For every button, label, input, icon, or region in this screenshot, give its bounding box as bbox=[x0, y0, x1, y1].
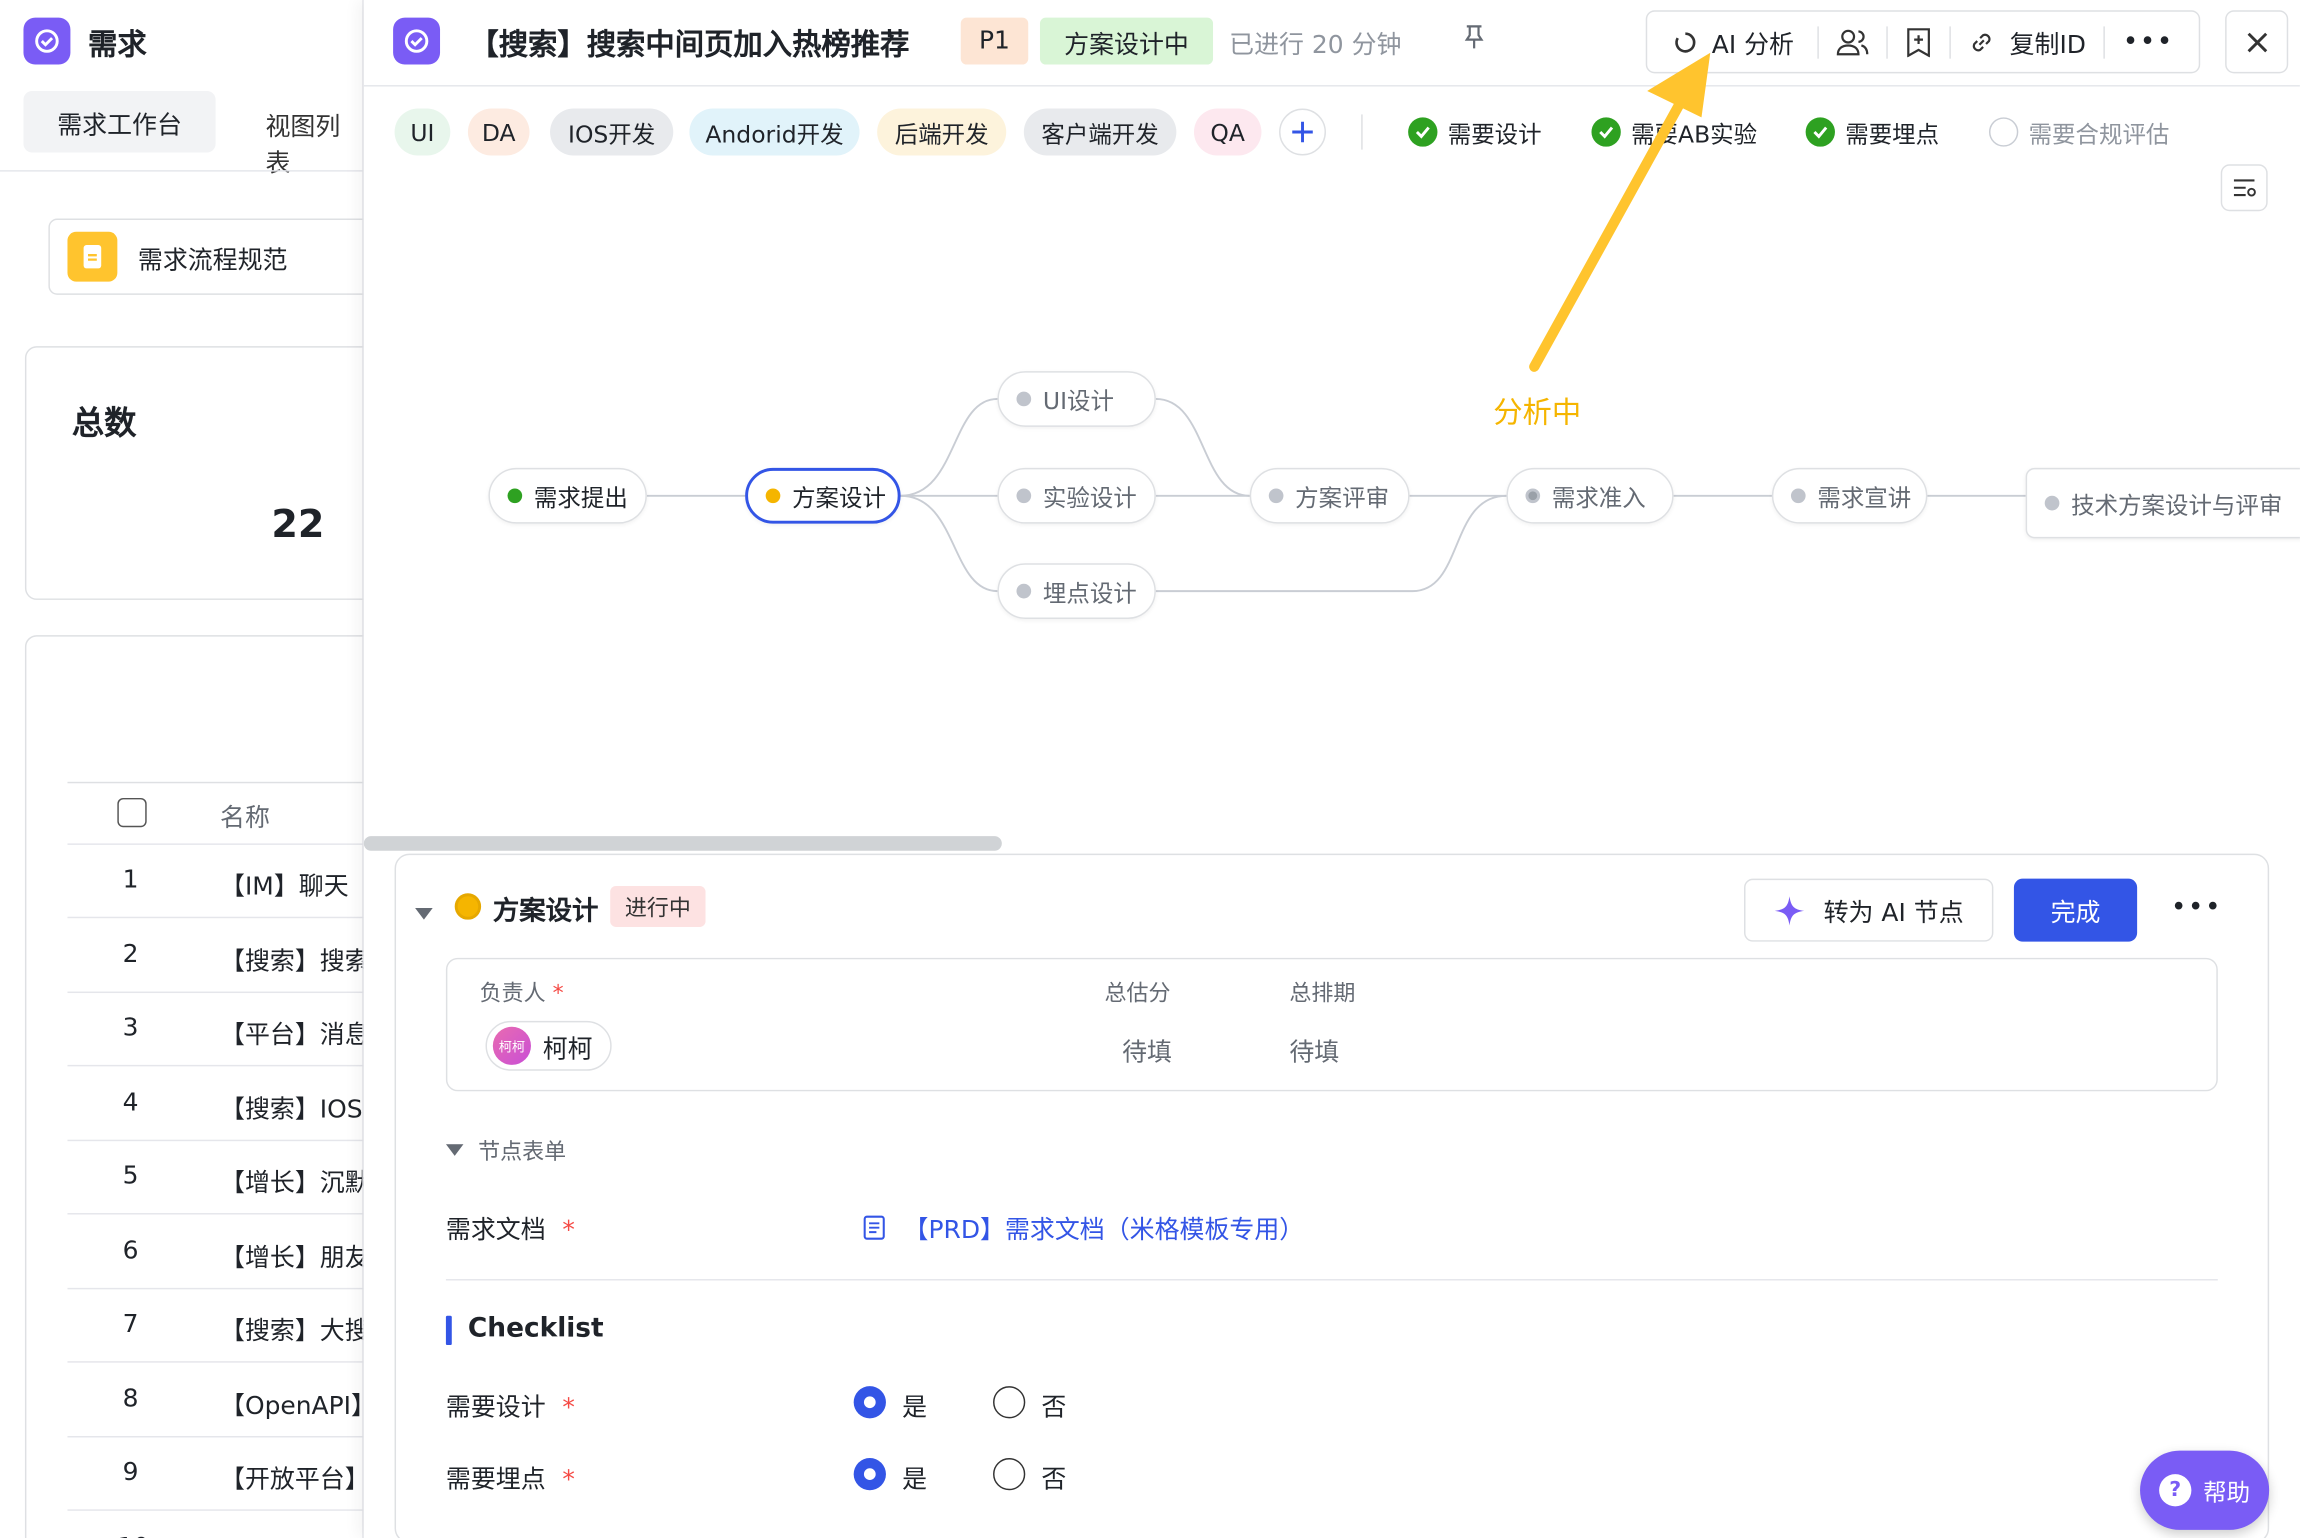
tab-view-list[interactable]: 视图列表 bbox=[265, 106, 363, 179]
panel-more-icon[interactable]: ••• bbox=[2171, 892, 2222, 923]
row-name: 【搜索】大搜 bbox=[220, 1317, 364, 1347]
row-name: 【开放平台】 bbox=[220, 1465, 364, 1495]
flow-connectors bbox=[646, 52, 2026, 593]
col-name: 名称 bbox=[220, 803, 270, 834]
row-name: 【OpenAPI】 bbox=[220, 1391, 364, 1421]
select-all-checkbox[interactable] bbox=[117, 797, 147, 828]
flow-node-review[interactable]: 方案评审 bbox=[1249, 467, 1410, 524]
row-number: 3 bbox=[122, 1013, 139, 1043]
row-number: 6 bbox=[122, 1235, 139, 1266]
row-number: 10 bbox=[117, 1532, 149, 1538]
node-status-badge: 进行中 bbox=[610, 885, 706, 928]
complete-button[interactable]: 完成 bbox=[2013, 878, 2138, 942]
row-name: 【增长】朋友 bbox=[220, 1243, 364, 1273]
divider bbox=[0, 170, 364, 172]
estimate-value[interactable]: 待填 bbox=[1122, 1031, 1172, 1067]
tracking-no-radio[interactable] bbox=[993, 1457, 1026, 1491]
left-panel: 需求 需求工作台 视图列表 需求流程规范 总数 22 名称 1 【IM】聊天 2 【搜… bbox=[0, 0, 364, 1538]
node-detail-card bbox=[394, 853, 2270, 1538]
row-name: 【搜索】搜索 bbox=[220, 946, 364, 977]
table-row[interactable]: 4 【搜索】IOS bbox=[67, 1067, 364, 1141]
flow-node-exp-design[interactable]: 实验设计 bbox=[997, 467, 1156, 524]
table-row[interactable]: 3 【平台】消息 bbox=[67, 993, 364, 1067]
row-name: 【IM】聊天 bbox=[220, 872, 349, 903]
detail-panel: 【搜索】搜索中间页加入热榜推荐 P1 方案设计中 已进行 20 分钟 AI 分析… bbox=[363, 0, 2300, 1538]
tab-workbench[interactable]: 需求工作台 bbox=[23, 90, 216, 153]
row-number: 4 bbox=[122, 1087, 139, 1117]
row-number: 8 bbox=[122, 1383, 139, 1414]
owner-label: 负责人 bbox=[479, 979, 546, 1007]
app-title: 需求 bbox=[88, 26, 147, 62]
help-button[interactable]: ? 帮助 bbox=[2140, 1450, 2270, 1530]
document-icon bbox=[863, 1214, 885, 1240]
flow-node-admission[interactable]: 需求准入 bbox=[1506, 467, 1674, 524]
table-row[interactable]: 2 【搜索】搜索 bbox=[67, 919, 364, 993]
status-dot-icon bbox=[454, 893, 482, 920]
row-number: 9 bbox=[122, 1457, 139, 1488]
table-row[interactable]: 10 【商业化】 bbox=[67, 1512, 363, 1538]
total-value: 22 bbox=[271, 503, 325, 548]
owner-name: 柯柯 bbox=[542, 1034, 593, 1065]
doc-icon bbox=[67, 231, 118, 282]
node-title: 方案设计 bbox=[492, 896, 599, 928]
spec-doc-label: 需求流程规范 bbox=[137, 245, 288, 276]
to-ai-node-button[interactable]: 转为 AI 节点 bbox=[1744, 878, 1994, 942]
row-name: 【商业化】 bbox=[220, 1532, 345, 1538]
owner-info-card: 负责人 * 柯柯 柯柯 总估分 待填 总排期 待填 bbox=[445, 957, 2218, 1092]
flow-node-ui-design[interactable]: UI设计 bbox=[997, 371, 1156, 427]
row-number: 1 bbox=[122, 865, 139, 895]
total-card: 总数 22 bbox=[24, 346, 364, 600]
prd-doc-link[interactable]: 【PRD】需求文档（米格模板专用） bbox=[862, 1209, 1304, 1245]
design-yes-radio[interactable] bbox=[853, 1386, 886, 1419]
table-row[interactable]: 1 【IM】聊天 bbox=[67, 845, 364, 919]
row-name: 【平台】消息 bbox=[220, 1020, 364, 1051]
table-row[interactable]: 5 【增长】沉默 bbox=[67, 1141, 364, 1215]
annotation-analyzing: 分析中 bbox=[1493, 394, 1582, 430]
row-number: 7 bbox=[122, 1309, 139, 1340]
checklist-tracking-label: 需要埋点 bbox=[445, 1465, 546, 1495]
table-header: 名称 bbox=[67, 783, 364, 845]
horizontal-scrollbar[interactable] bbox=[363, 836, 1002, 851]
spec-doc-link[interactable]: 需求流程规范 bbox=[48, 218, 364, 295]
row-name: 【搜索】IOS bbox=[220, 1094, 363, 1125]
form-section-toggle[interactable]: 节点表单 bbox=[445, 1135, 566, 1166]
total-label: 总数 bbox=[71, 406, 137, 443]
app-icon bbox=[23, 17, 71, 65]
flow-node-track-design[interactable]: 埋点设计 bbox=[997, 563, 1156, 619]
row-number: 5 bbox=[122, 1161, 139, 1192]
avatar: 柯柯 bbox=[492, 1026, 531, 1065]
collapse-caret-icon[interactable] bbox=[414, 899, 435, 927]
flow-node-presentation[interactable]: 需求宣讲 bbox=[1771, 467, 1928, 524]
row-name: 【增长】沉默 bbox=[220, 1169, 364, 1199]
tracking-yes-radio[interactable] bbox=[853, 1457, 886, 1491]
flow-node-proposal[interactable]: 需求提出 bbox=[488, 467, 647, 524]
caret-down-icon bbox=[445, 1144, 464, 1156]
row-number: 2 bbox=[122, 939, 139, 969]
schedule-value[interactable]: 待填 bbox=[1289, 1031, 1339, 1067]
table-row[interactable]: 6 【增长】朋友 bbox=[67, 1215, 364, 1289]
annotation-arrow bbox=[1529, 85, 1692, 372]
table-row[interactable]: 7 【搜索】大搜 bbox=[67, 1289, 364, 1363]
table-row[interactable]: 9 【开放平台】 bbox=[67, 1437, 364, 1511]
checklist-title: Checklist bbox=[467, 1312, 604, 1344]
flow-node-design[interactable]: 方案设计 bbox=[745, 467, 901, 524]
checklist-design-label: 需要设计 bbox=[445, 1393, 546, 1423]
sparkle-icon bbox=[1775, 895, 1805, 925]
doc-label: 需求文档 bbox=[445, 1215, 546, 1246]
estimate-label: 总估分 bbox=[1104, 979, 1171, 1007]
owner-chip[interactable]: 柯柯 柯柯 bbox=[485, 1020, 612, 1071]
design-no-radio[interactable] bbox=[993, 1386, 1026, 1419]
table-row[interactable]: 8 【OpenAPI】 bbox=[67, 1363, 364, 1437]
question-icon: ? bbox=[2159, 1474, 2192, 1507]
schedule-label: 总排期 bbox=[1289, 979, 1356, 1007]
flow-node-tech-review[interactable]: 技术方案设计与评审 bbox=[2025, 467, 2300, 539]
